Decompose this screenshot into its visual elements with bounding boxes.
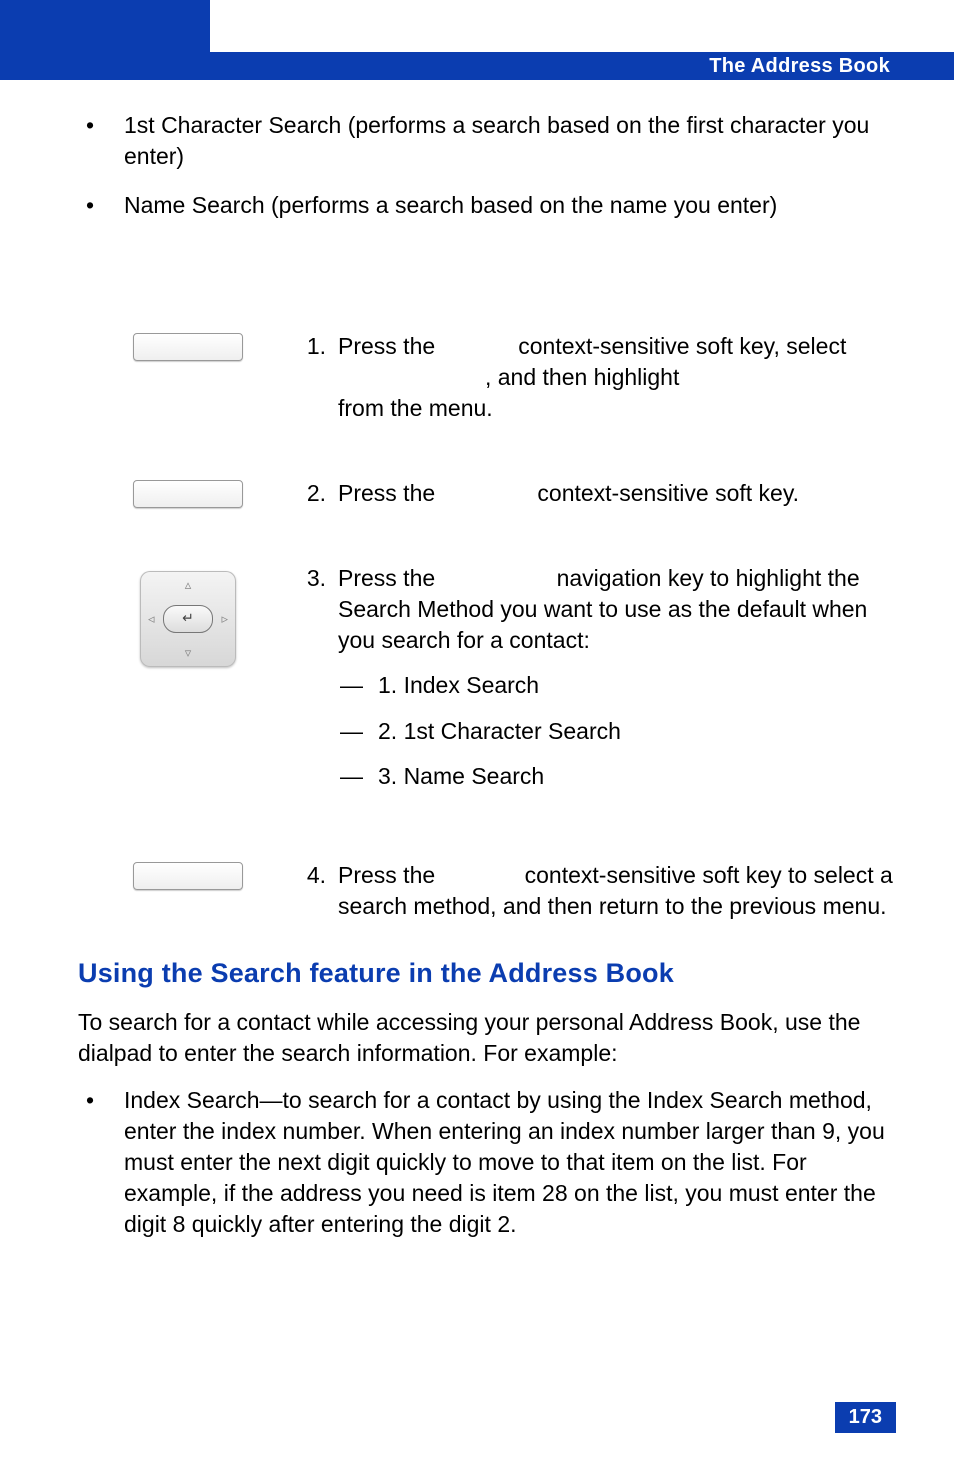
step-text: context-sensitive soft key. [531,480,799,506]
intro-bullet-list: 1st Character Search (performs a search … [78,110,894,221]
page-number: 173 [835,1402,896,1433]
softkey-icon [133,333,243,361]
section-paragraph: To search for a contact while accessing … [78,1007,894,1069]
chevron-right-icon: ▹ [221,611,228,627]
step-body: Press the context-sensitive soft key, se… [338,331,894,424]
step-text: from the menu. [338,395,493,421]
step-text: context-sensitive soft key, select [512,333,847,359]
step-text-col: 3. Press the navigation key to highlight… [298,563,894,805]
step-text-col: 1. Press the context-sensitive soft key,… [298,331,894,424]
step-text-col: 2. Press the context-sensitive soft key. [298,478,894,509]
step-number: 3. [298,563,338,805]
step-row: 1. Press the context-sensitive soft key,… [78,331,894,424]
step-number: 4. [298,860,338,922]
step-graphic-col [78,331,298,361]
list-item: 1. Index Search [338,670,894,701]
list-item: 3. Name Search [338,761,894,792]
step-text: , and then highlight [485,364,686,390]
step-row: 2. Press the context-sensitive soft key. [78,478,894,509]
section-bullet-list: Index Search—to search for a contact by … [78,1085,894,1240]
step-sub-list: 1. Index Search 2. 1st Character Search … [338,670,894,791]
step-body: Press the context-sensitive soft key. [338,478,894,509]
step-number: 2. [298,478,338,509]
enter-icon: ↵ [182,610,194,627]
step-row: ▵ ▿ ◃ ▹ ↵ 3. Press the navigation key to… [78,563,894,805]
step-graphic-col: ▵ ▿ ◃ ▹ ↵ [78,563,298,667]
step-graphic-col [78,478,298,508]
list-item: 1st Character Search (performs a search … [78,110,894,172]
page-header: The Address Book [0,52,954,80]
steps-block: 1. Press the context-sensitive soft key,… [78,331,894,922]
step-text: Press the [338,333,442,359]
step-text-col: 4. Press the context-sensitive soft key … [298,860,894,922]
chevron-up-icon: ▵ [185,577,192,593]
step-graphic-col [78,860,298,890]
section-heading: Using the Search feature in the Address … [78,958,894,989]
list-item: Name Search (performs a search based on … [78,190,894,221]
list-item: Index Search—to search for a contact by … [78,1085,894,1240]
chevron-down-icon: ▿ [185,645,192,661]
softkey-icon [133,480,243,508]
step-number: 1. [298,331,338,424]
softkey-icon [133,862,243,890]
step-body: Press the context-sensitive soft key to … [338,860,894,922]
page-content: 1st Character Search (performs a search … [78,110,894,1258]
chevron-left-icon: ◃ [148,611,155,627]
step-text: Press the [338,565,442,591]
step-body: Press the navigation key to highlight th… [338,563,894,805]
step-text: Press the [338,480,442,506]
step-row: 4. Press the context-sensitive soft key … [78,860,894,922]
list-item: 2. 1st Character Search [338,716,894,747]
header-title: The Address Book [709,55,890,78]
navpad-icon: ▵ ▿ ◃ ▹ ↵ [140,571,236,667]
step-text: Press the [338,862,442,888]
